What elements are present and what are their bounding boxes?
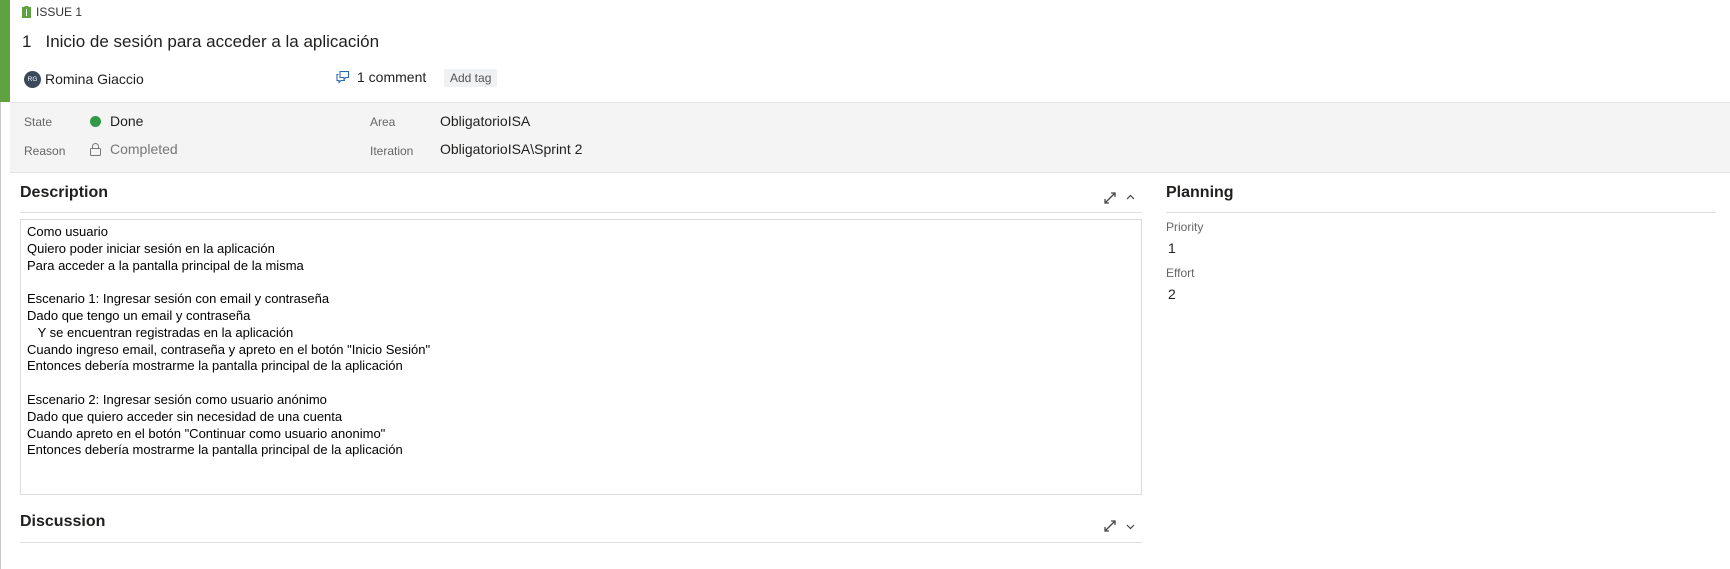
reason-label: Reason xyxy=(24,144,66,158)
state-value: Done xyxy=(110,113,144,129)
comments-count: 1 comment xyxy=(357,69,427,85)
description-line: Y se encuentran registradas en la aplica… xyxy=(27,324,294,340)
title-row: 1 Inicio de sesión para acceder a la apl… xyxy=(22,32,379,52)
description-line: Entonces debería mostrarme la pantalla p… xyxy=(27,358,403,374)
comments-link[interactable]: 1 comment xyxy=(335,69,426,85)
work-item-type-color-bar xyxy=(0,0,10,102)
effort-field[interactable]: 2 xyxy=(1168,286,1176,302)
iteration-field[interactable]: ObligatorioISA\Sprint 2 xyxy=(440,141,582,157)
priority-field[interactable]: 1 xyxy=(1168,240,1176,256)
state-label: State xyxy=(24,115,53,129)
avatar: RG xyxy=(24,70,41,88)
description-line: Dado que tengo un email y contraseña xyxy=(27,307,251,323)
description-title: Description xyxy=(20,184,109,201)
description-line: Dado que quiero acceder sin necesidad de… xyxy=(27,408,343,424)
assignee-name: Romina Giaccio xyxy=(45,71,144,87)
chevron-down-icon[interactable] xyxy=(1125,521,1136,532)
assignee-control[interactable]: RG Romina Giaccio xyxy=(24,69,144,89)
issue-icon xyxy=(22,6,31,18)
comment-icon xyxy=(336,70,350,84)
description-line: Cuando ingreso email, contraseña y apret… xyxy=(27,341,431,357)
work-item-type: ISSUE 1 xyxy=(22,5,82,19)
expand-icon[interactable] xyxy=(1103,519,1117,533)
iteration-label: Iteration xyxy=(370,144,414,158)
fields-panel: State Done Reason Completed Area Obligat… xyxy=(10,102,1730,173)
area-field[interactable]: ObligatorioISA xyxy=(440,113,530,129)
state-done-dot xyxy=(90,115,101,127)
priority-label: Priority xyxy=(1166,220,1204,234)
discussion-title: Discussion xyxy=(20,513,106,530)
work-item-title[interactable]: Inicio de sesión para acceder a la aplic… xyxy=(45,32,379,52)
description-line: Como usuario xyxy=(27,224,108,239)
description-line: Quiero poder iniciar sesión en la aplica… xyxy=(27,240,275,256)
discussion-divider xyxy=(20,542,1142,543)
expand-icon[interactable] xyxy=(1103,191,1117,205)
description-text: Como usuario Quiero poder iniciar sesión … xyxy=(27,224,430,459)
work-item-type-label: ISSUE 1 xyxy=(36,5,83,19)
description-line: Para acceder a la pantalla principal de … xyxy=(27,257,304,273)
description-divider xyxy=(20,212,1142,213)
planning-divider xyxy=(1166,212,1716,213)
description-line: Entonces debería mostrarme la pantalla p… xyxy=(27,442,403,458)
planning-title: Planning xyxy=(1166,184,1234,201)
description-line: Escenario 2: Ingresar sesión como usuari… xyxy=(27,391,327,407)
lock-icon xyxy=(90,142,101,156)
reason-field: Completed xyxy=(90,141,178,157)
work-item-id: 1 xyxy=(22,32,32,51)
add-tag-button[interactable]: Add tag xyxy=(444,69,498,87)
chevron-up-icon[interactable] xyxy=(1125,192,1136,203)
description-line xyxy=(27,274,430,291)
description-line xyxy=(27,375,430,392)
description-line: Escenario 1: Ingresar sesión con email y… xyxy=(27,291,330,307)
state-field[interactable]: Done xyxy=(90,113,143,129)
reason-value: Completed xyxy=(110,141,178,157)
area-label: Area xyxy=(370,115,396,129)
left-divider xyxy=(0,102,1,569)
description-line: Cuando apreto en el botón "Continuar com… xyxy=(27,425,386,441)
effort-label: Effort xyxy=(1166,266,1195,280)
